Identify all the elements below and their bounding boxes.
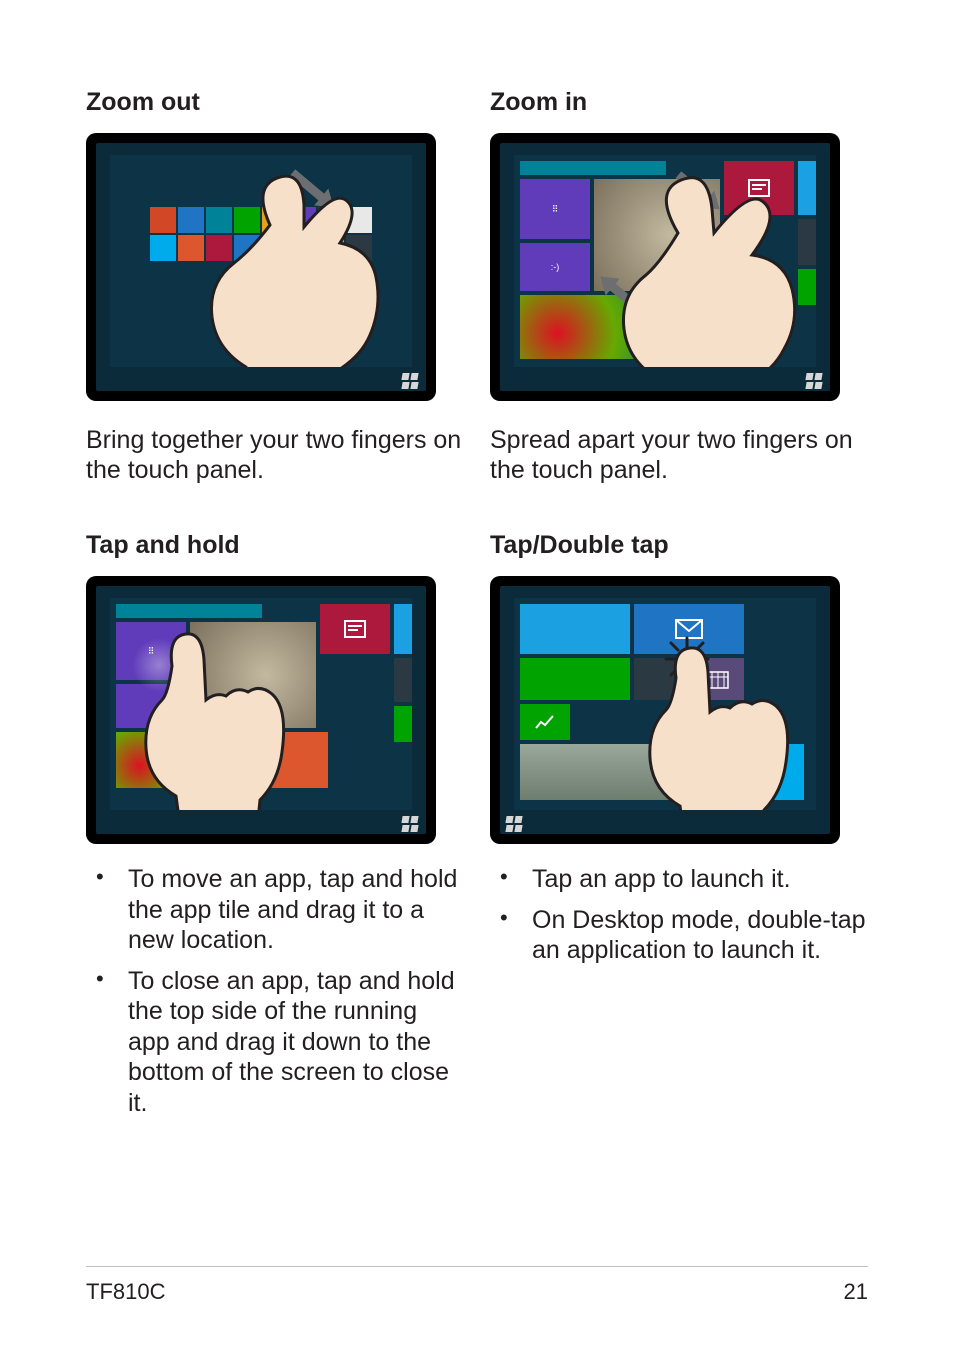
bullet-item: Tap an app to launch it. (490, 864, 868, 895)
desc-zoom-out: Bring together your two fingers on the t… (86, 425, 464, 485)
footer-page-number: 21 (844, 1279, 868, 1305)
gesture-grid: Zoom out (86, 88, 868, 1128)
heading-zoom-in: Zoom in (490, 88, 868, 117)
tile-weather (394, 604, 412, 654)
hand-pinch-icon (200, 165, 410, 367)
section-tap-double: Tap/Double tap (490, 531, 868, 1128)
section-tap-hold: Tap and hold ⠿ (86, 531, 464, 1128)
bullet-item: On Desktop mode, double-tap an applicati… (490, 905, 868, 966)
manual-page: Zoom out (0, 0, 954, 1357)
tile-xbox (520, 658, 630, 700)
hand-tap-icon (122, 626, 322, 810)
bullet-item: To move an app, tap and hold the app til… (86, 864, 464, 956)
bullets-tap-hold: To move an app, tap and hold the app til… (86, 864, 464, 1118)
illustration-zoom-out (86, 133, 436, 401)
hand-spread-icon (618, 169, 816, 367)
tile-finance (394, 658, 412, 702)
illustration-tap-double (490, 576, 840, 844)
tile-weather-large (520, 604, 630, 654)
desc-zoom-in: Spread apart your two fingers on the tou… (490, 425, 868, 485)
illustration-tap-hold: ⠿ (86, 576, 436, 844)
windows-button-icon (402, 816, 418, 832)
heading-zoom-out: Zoom out (86, 88, 464, 117)
footer-model: TF810C (86, 1279, 165, 1305)
section-zoom-out: Zoom out (86, 88, 464, 485)
bullets-tap-double: Tap an app to launch it. On Desktop mode… (490, 864, 868, 966)
tile-reader (320, 604, 390, 654)
windows-button-icon (806, 373, 822, 389)
section-zoom-in: Zoom in ⠿ :-) (490, 88, 868, 485)
illustration-zoom-in: ⠿ :-) (490, 133, 840, 401)
tile-finance2 (520, 704, 570, 740)
page-footer: TF810C 21 (86, 1266, 868, 1305)
tile-app: ⠿ (520, 179, 590, 239)
hand-tap-icon (624, 644, 816, 810)
tile-messaging: :-) (520, 243, 590, 291)
windows-button-icon (506, 816, 522, 832)
tile-app3 (394, 706, 412, 742)
heading-tap-double: Tap/Double tap (490, 531, 868, 560)
heading-tap-hold: Tap and hold (86, 531, 464, 560)
bullet-item: To close an app, tap and hold the top si… (86, 966, 464, 1119)
windows-button-icon (402, 373, 418, 389)
tile-news (116, 604, 262, 618)
